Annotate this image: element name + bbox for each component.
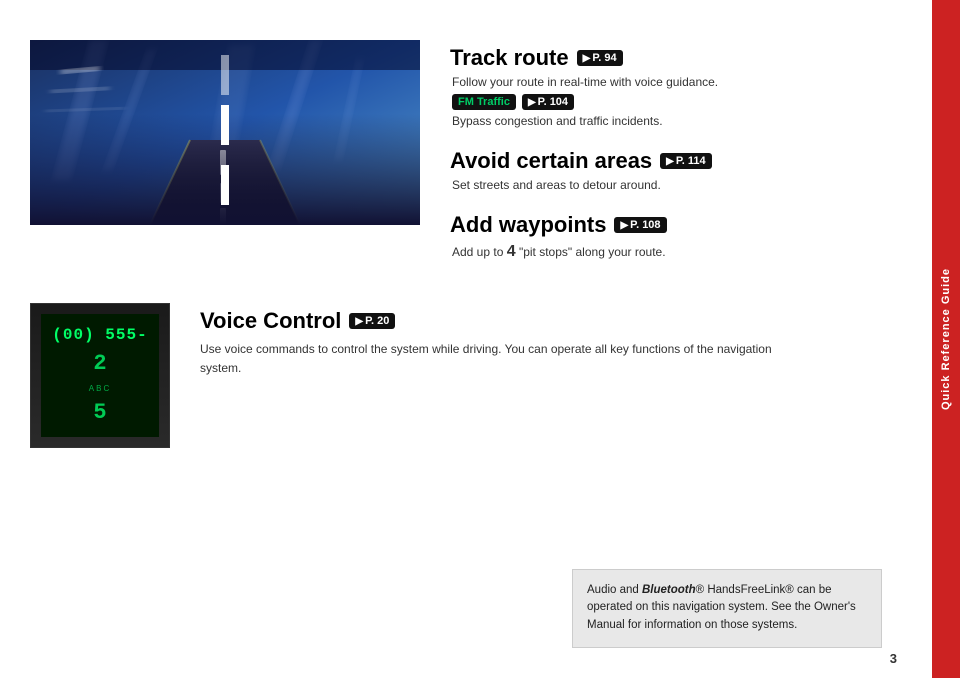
bottom-section: (00) 555- 2 ABC 5 Voice Control ▶P. 20 U… bbox=[0, 293, 932, 468]
add-waypoints-label: Add waypoints bbox=[450, 212, 606, 238]
sidebar-label: Quick Reference Guide bbox=[940, 268, 952, 410]
add-waypoints-title: Add waypoints ▶P. 108 bbox=[450, 212, 902, 238]
info-box: Audio and Bluetooth® HandsFreeLink® can … bbox=[572, 569, 882, 648]
avoid-areas-badge: ▶P. 114 bbox=[660, 153, 711, 169]
avoid-areas-desc: Set streets and areas to detour around. bbox=[452, 176, 902, 194]
phone-key-2: 2 bbox=[93, 351, 106, 376]
track-route-desc: Follow your route in real-time with voic… bbox=[452, 73, 902, 91]
fm-traffic-badge-page: ▶P. 104 bbox=[522, 94, 574, 110]
feature-track-route: Track route ▶P. 94 Follow your route in … bbox=[450, 45, 902, 130]
voice-control-desc: Use voice commands to control the system… bbox=[200, 340, 780, 378]
main-content: Track route ▶P. 94 Follow your route in … bbox=[0, 0, 932, 678]
fm-traffic-desc: Bypass congestion and traffic incidents. bbox=[452, 112, 902, 130]
avoid-areas-title: Avoid certain areas ▶P. 114 bbox=[450, 148, 902, 174]
info-box-text: Audio and Bluetooth® HandsFreeLink® can … bbox=[587, 584, 856, 632]
top-section: Track route ▶P. 94 Follow your route in … bbox=[0, 0, 932, 288]
voice-control-label: Voice Control bbox=[200, 308, 341, 334]
voice-control-title: Voice Control ▶P. 20 bbox=[200, 308, 902, 334]
track-route-label: Track route bbox=[450, 45, 569, 71]
phone-key-label: ABC bbox=[89, 384, 111, 393]
phone-image: (00) 555- 2 ABC 5 bbox=[30, 303, 170, 448]
feature-list: Track route ▶P. 94 Follow your route in … bbox=[450, 40, 902, 268]
voice-control-badge: ▶P. 20 bbox=[349, 313, 395, 329]
fm-traffic-label: FM Traffic bbox=[452, 94, 516, 110]
avoid-areas-label: Avoid certain areas bbox=[450, 148, 652, 174]
highway-svg bbox=[30, 40, 420, 225]
highway-image bbox=[30, 40, 420, 225]
add-waypoints-desc: Add up to 4 "pit stops" along your route… bbox=[452, 240, 902, 264]
page-number: 3 bbox=[890, 651, 897, 666]
voice-content: Voice Control ▶P. 20 Use voice commands … bbox=[200, 303, 902, 448]
phone-display: (00) 555- bbox=[52, 326, 147, 344]
phone-screen: (00) 555- 2 ABC 5 bbox=[41, 314, 159, 437]
track-route-badge: ▶P. 94 bbox=[577, 50, 623, 66]
add-waypoints-badge: ▶P. 108 bbox=[614, 217, 666, 233]
track-route-title: Track route ▶P. 94 bbox=[450, 45, 902, 71]
sidebar-tab: Quick Reference Guide bbox=[932, 0, 960, 678]
phone-key-5: 5 bbox=[93, 400, 106, 425]
feature-add-waypoints: Add waypoints ▶P. 108 Add up to 4 "pit s… bbox=[450, 212, 902, 264]
fm-traffic-sub: FM Traffic ▶P. 104 bbox=[452, 94, 902, 110]
feature-avoid-areas: Avoid certain areas ▶P. 114 Set streets … bbox=[450, 148, 902, 194]
